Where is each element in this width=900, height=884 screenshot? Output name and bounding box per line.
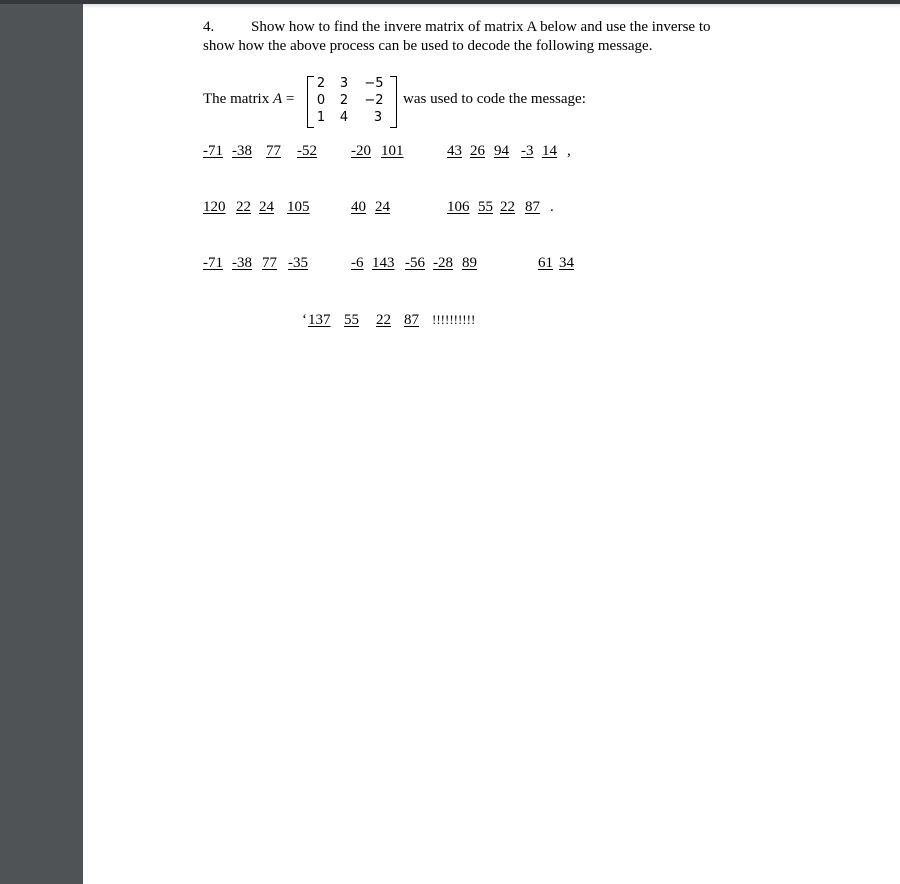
coded-number: -35: [288, 255, 308, 271]
document-page: [83, 4, 900, 884]
coded-number: 22: [376, 312, 391, 328]
coded-number: 22: [236, 199, 251, 215]
leading-quote-mark: ‘: [302, 312, 307, 328]
coded-number: 61: [538, 255, 553, 271]
coded-number: 43: [447, 143, 462, 159]
coded-number: -38: [232, 143, 252, 159]
question-number: 4.: [203, 19, 215, 35]
coded-number: 87: [525, 199, 540, 215]
matrix-cell-r2c2: 2: [339, 93, 349, 108]
coded-number: 89: [462, 255, 477, 271]
matrix-cell-r3c3: 3: [373, 110, 383, 125]
matrix-cell-r1c2: 3: [339, 76, 349, 91]
coded-number: 105: [287, 199, 310, 215]
matrix-equals: =: [282, 91, 295, 107]
matrix-cell-r2c1: 0: [316, 93, 326, 108]
matrix-cell-r2c3: −2: [364, 93, 384, 108]
coded-number: 120: [203, 199, 226, 215]
matrix-label-prefix: The matrix: [203, 91, 273, 107]
matrix-cell-r3c1: 1: [316, 110, 326, 125]
coded-number: 14: [542, 143, 557, 159]
coded-number: -56: [405, 255, 425, 271]
coded-number: 40: [351, 199, 366, 215]
row-end-punctuation: .: [550, 199, 554, 215]
coded-number: -71: [203, 255, 223, 271]
coded-number: 34: [559, 255, 574, 271]
coded-number: 26: [470, 143, 485, 159]
coded-number: 22: [500, 199, 515, 215]
coded-number: 77: [266, 143, 281, 159]
coded-number: -6: [351, 255, 364, 271]
coded-number: -28: [433, 255, 453, 271]
coded-number: -3: [521, 143, 534, 159]
coded-number: 106: [447, 199, 470, 215]
coded-number: 55: [344, 312, 359, 328]
matrix-right-bracket: [390, 76, 397, 128]
matrix-variable: A: [272, 91, 283, 107]
question-text-line-2: show how the above process can be used t…: [203, 38, 653, 54]
trailing-exclamations: !!!!!!!!!!: [432, 312, 476, 327]
matrix-suffix-text: was used to code the message:: [403, 91, 586, 107]
viewer-side-panel: [0, 4, 83, 884]
coded-number: 77: [262, 255, 277, 271]
coded-number: 55: [478, 199, 493, 215]
matrix-a: 2 3 −5 0 2 −2 1 4 3: [307, 74, 397, 128]
matrix-label: The matrix A =: [203, 90, 294, 108]
coded-number: -71: [203, 143, 223, 159]
coded-number: 137: [308, 312, 331, 328]
coded-number: -52: [297, 143, 317, 159]
row-end-punctuation: ,: [567, 143, 571, 159]
coded-number: 24: [375, 199, 390, 215]
matrix-cell-r1c3: −5: [364, 76, 384, 91]
coded-number: 143: [372, 255, 395, 271]
coded-number: 24: [259, 199, 274, 215]
coded-number: 101: [381, 143, 404, 159]
coded-number: 87: [404, 312, 419, 328]
question-text-line-1: Show how to find the invere matrix of ma…: [251, 19, 711, 35]
coded-number: -20: [351, 143, 371, 159]
coded-number: -38: [232, 255, 252, 271]
matrix-cell-r1c1: 2: [316, 76, 326, 91]
coded-number: 94: [494, 143, 509, 159]
matrix-cell-r3c2: 4: [339, 110, 349, 125]
